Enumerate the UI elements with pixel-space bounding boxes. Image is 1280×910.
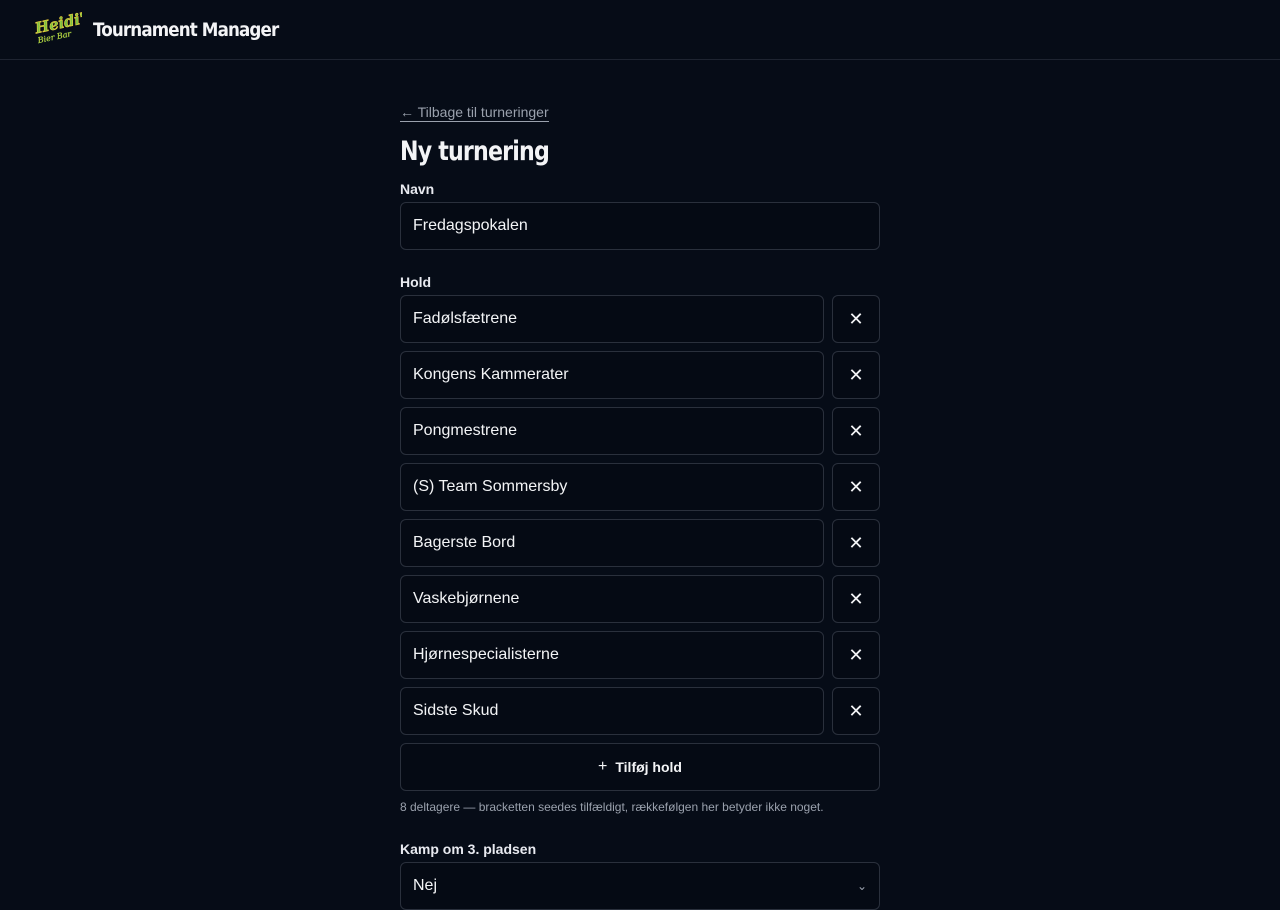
- remove-team-button[interactable]: ✕: [832, 687, 880, 735]
- logo-icon[interactable]: Heidi's Bier Bar: [32, 12, 82, 48]
- close-icon: ✕: [848, 588, 864, 609]
- name-input[interactable]: Fredagspokalen: [400, 202, 880, 250]
- team-name: Kongens Kammerater: [413, 366, 569, 383]
- team-row: Sidste Skud ✕: [400, 687, 880, 735]
- close-icon: ✕: [848, 644, 864, 665]
- page-title: Ny turnering: [400, 136, 550, 167]
- team-row: Fadølsfætrene ✕: [400, 295, 880, 343]
- third-place-value: Nej: [413, 877, 438, 894]
- close-icon: ✕: [848, 476, 864, 497]
- team-row: (S) Team Sommersby ✕: [400, 463, 880, 511]
- team-input[interactable]: Fadølsfætrene: [400, 295, 824, 343]
- team-row: Bagerste Bord ✕: [400, 519, 880, 567]
- add-team-button[interactable]: + Tilføj hold: [400, 743, 880, 791]
- third-place-label: Kamp om 3. pladsen: [400, 841, 537, 857]
- remove-team-button[interactable]: ✕: [832, 519, 880, 567]
- team-name: Vaskebjørnene: [413, 590, 520, 607]
- team-input[interactable]: Sidste Skud: [400, 687, 824, 735]
- new-tournament-form: ← Tilbage til turneringer Ny turnering N…: [400, 104, 880, 910]
- remove-team-button[interactable]: ✕: [832, 463, 880, 511]
- close-icon: ✕: [848, 532, 864, 553]
- team-row: Vaskebjørnene ✕: [400, 575, 880, 623]
- close-icon: ✕: [848, 308, 864, 329]
- remove-team-button[interactable]: ✕: [832, 407, 880, 455]
- app-header: Heidi's Bier Bar Tournament Manager: [0, 0, 1280, 60]
- close-icon: ✕: [848, 700, 864, 721]
- remove-team-button[interactable]: ✕: [832, 351, 880, 399]
- team-input[interactable]: Bagerste Bord: [400, 519, 824, 567]
- participants-hint: 8 deltagere — bracketten seedes tilfældi…: [400, 800, 824, 814]
- team-input[interactable]: Pongmestrene: [400, 407, 824, 455]
- name-label: Navn: [400, 181, 435, 197]
- teams-list: Fadølsfætrene ✕ Kongens Kammerater ✕ Pongmes…: [400, 295, 880, 735]
- team-name: (S) Team Sommersby: [413, 478, 568, 495]
- teams-label: Hold: [400, 274, 432, 290]
- app-title: Tournament Manager: [93, 18, 279, 41]
- team-input[interactable]: Vaskebjørnene: [400, 575, 824, 623]
- team-row: Hjørnespecialisterne ✕: [400, 631, 880, 679]
- plus-icon: +: [598, 758, 608, 775]
- team-row: Kongens Kammerater ✕: [400, 351, 880, 399]
- team-input[interactable]: (S) Team Sommersby: [400, 463, 824, 511]
- team-name: Pongmestrene: [413, 422, 518, 439]
- add-team-label: Tilføj hold: [615, 759, 682, 775]
- close-icon: ✕: [848, 420, 864, 441]
- team-input[interactable]: Kongens Kammerater: [400, 351, 824, 399]
- chevron-down-icon: ⌄: [856, 879, 867, 893]
- name-input-value: Fredagspokalen: [413, 217, 528, 234]
- team-name: Fadølsfætrene: [413, 310, 518, 327]
- team-input[interactable]: Hjørnespecialisterne: [400, 631, 824, 679]
- team-name: Bagerste Bord: [413, 534, 516, 551]
- team-name: Sidste Skud: [413, 702, 499, 719]
- remove-team-button[interactable]: ✕: [832, 631, 880, 679]
- back-to-tournaments-link[interactable]: ← Tilbage til turneringer: [400, 104, 549, 122]
- close-icon: ✕: [848, 364, 864, 385]
- team-name: Hjørnespecialisterne: [413, 646, 559, 663]
- remove-team-button[interactable]: ✕: [832, 575, 880, 623]
- remove-team-button[interactable]: ✕: [832, 295, 880, 343]
- team-row: Pongmestrene ✕: [400, 407, 880, 455]
- third-place-select[interactable]: Nej ⌄: [400, 862, 880, 910]
